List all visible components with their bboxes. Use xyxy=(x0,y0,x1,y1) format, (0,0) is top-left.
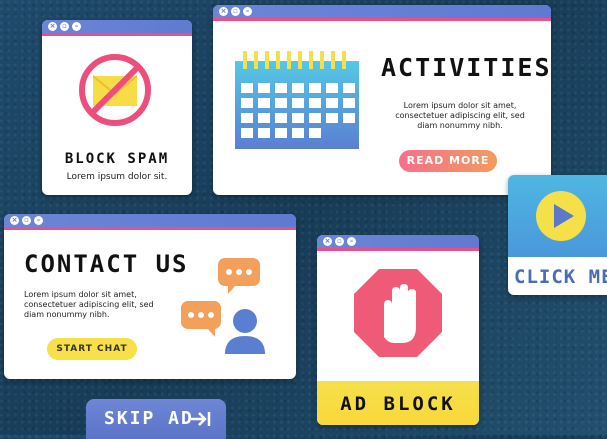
activities-title: ACTIVITIES xyxy=(381,53,551,82)
no-mail-icon xyxy=(79,54,151,126)
skip-ad-label: SKIP AD xyxy=(104,408,194,429)
minimize-icon[interactable]: – xyxy=(243,7,252,16)
calendar-icon xyxy=(235,51,359,149)
click-me-label[interactable]: CLICK ME xyxy=(514,266,607,288)
minimize-icon[interactable]: – xyxy=(72,22,81,31)
user-icon xyxy=(225,309,265,354)
minimize-icon[interactable]: – xyxy=(347,237,356,246)
contact-window: × ▫ – CONTACT US Lorem ipsum dolor sit a… xyxy=(4,214,296,379)
contact-title: CONTACT US xyxy=(24,250,189,278)
maximize-icon[interactable]: ▫ xyxy=(22,216,31,225)
ad-block-titlebar: × ▫ – xyxy=(317,235,479,251)
skip-ad-button[interactable]: SKIP AD xyxy=(86,399,226,439)
activities-titlebar: × ▫ – xyxy=(213,5,551,21)
maximize-icon[interactable]: ▫ xyxy=(60,22,69,31)
close-icon[interactable]: × xyxy=(48,22,57,31)
contact-titlebar: × ▫ – xyxy=(4,214,296,230)
maximize-icon[interactable]: ▫ xyxy=(335,237,344,246)
play-icon[interactable] xyxy=(534,189,588,243)
click-me-header xyxy=(508,175,607,257)
maximize-icon[interactable]: ▫ xyxy=(231,7,240,16)
minimize-icon[interactable]: – xyxy=(34,216,43,225)
block-spam-title: BLOCK SPAM xyxy=(64,151,170,167)
skip-arrow-icon xyxy=(191,412,211,426)
close-icon[interactable]: × xyxy=(10,216,19,225)
stop-hand-icon xyxy=(354,269,442,357)
block-spam-titlebar: × ▫ – xyxy=(42,20,192,36)
block-spam-subtitle: Lorem ipsum dolor sit. xyxy=(66,172,168,182)
contact-body: Lorem ipsum dolor sit amet, consectetuer… xyxy=(24,290,154,319)
activities-window: × ▫ – ACTIVITIES Lorem ipsum dolor sit a… xyxy=(213,5,551,195)
click-me-window[interactable]: CLICK ME xyxy=(508,175,607,295)
block-spam-window: × ▫ – BLOCK SPAM Lorem ipsum dolor sit. xyxy=(42,20,192,195)
chat-bubble-icon xyxy=(218,258,260,294)
chat-bubble-icon xyxy=(181,301,221,337)
read-more-button[interactable]: READ MORE xyxy=(399,150,497,172)
ad-block-window: × ▫ – AD BLOCK xyxy=(317,235,479,425)
close-icon[interactable]: × xyxy=(323,237,332,246)
activities-body: Lorem ipsum dolor sit amet, consectetuer… xyxy=(395,101,525,130)
ad-block-title: AD BLOCK xyxy=(340,393,456,415)
close-icon[interactable]: × xyxy=(219,7,228,16)
start-chat-button[interactable]: START CHAT xyxy=(47,338,137,360)
